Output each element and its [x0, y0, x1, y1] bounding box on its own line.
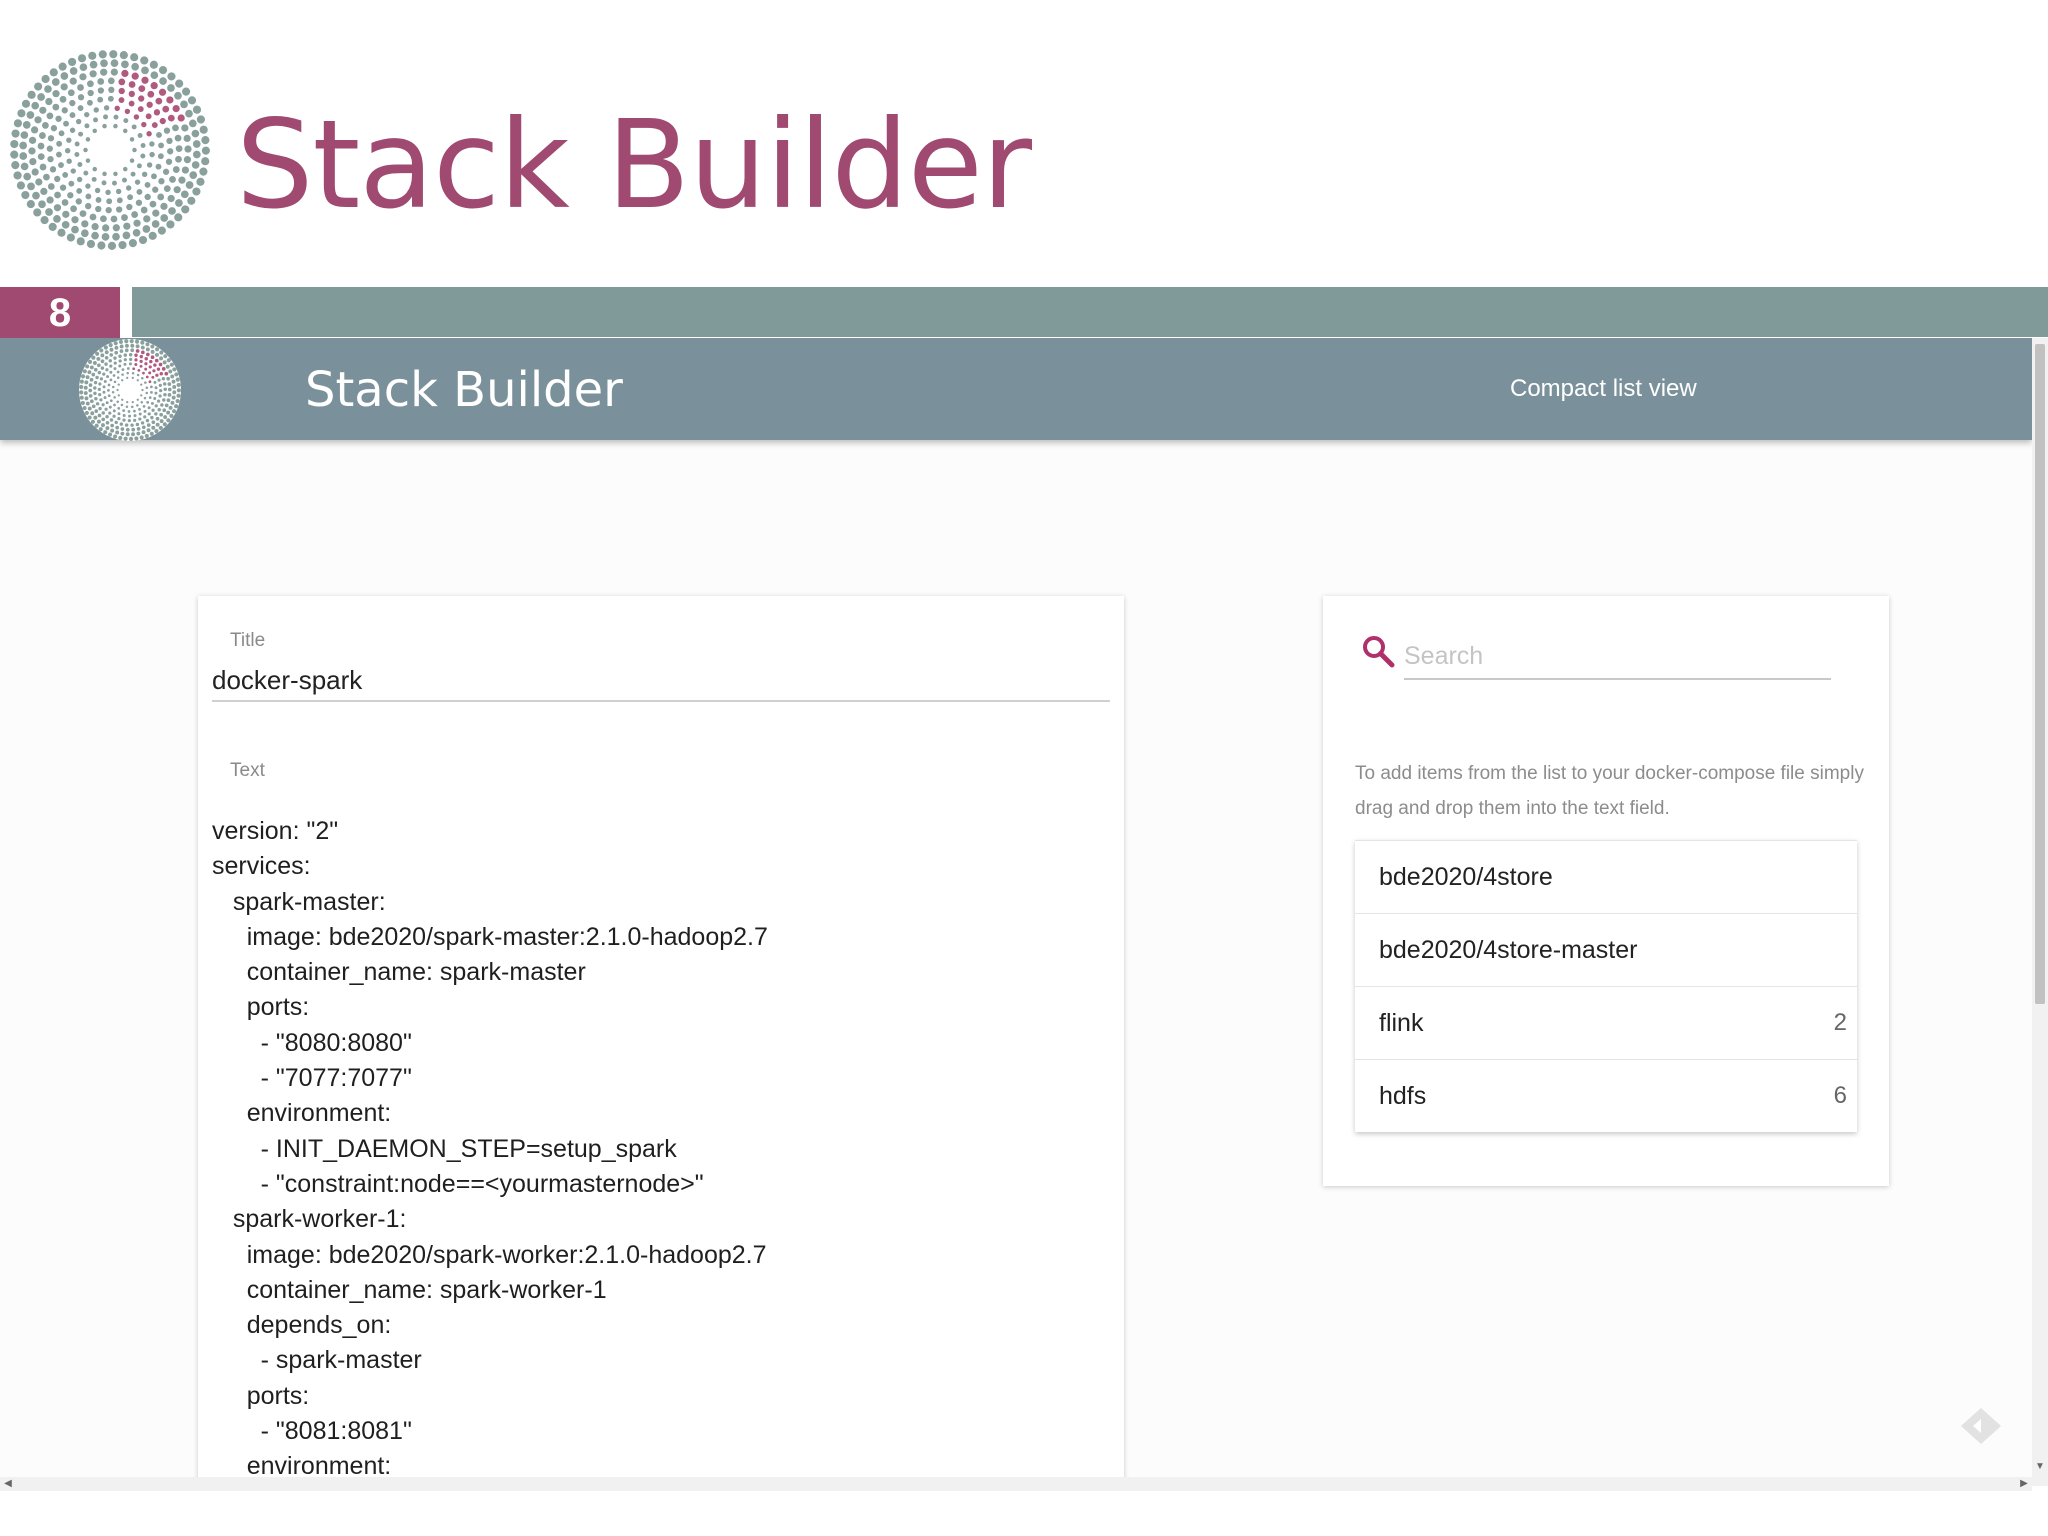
search-icon — [1363, 636, 1395, 668]
drag-drop-help-text: To add items from the list to your docke… — [1355, 763, 1864, 819]
image-list: bde2020/4store bde2020/4store-master fli… — [1355, 840, 1857, 1132]
list-item[interactable]: hdfs 6 — [1355, 1060, 1857, 1132]
slide-title: Stack Builder — [236, 94, 1032, 236]
app-title: Stack Builder — [305, 362, 623, 418]
slide-header-bar — [132, 287, 2048, 337]
vertical-scroll-thumb[interactable] — [2035, 344, 2045, 1004]
list-item-label: hdfs — [1379, 1082, 1427, 1110]
app-toolbar: Stack Builder Compact list view — [0, 338, 2032, 442]
compose-text-area[interactable]: version: "2" services: spark-master: ima… — [212, 814, 1110, 1486]
horizontal-scrollbar[interactable] — [0, 1477, 2032, 1491]
list-item-label: bde2020/4store-master — [1379, 936, 1638, 964]
search-input[interactable] — [1404, 634, 1831, 680]
list-item-label: flink — [1379, 1009, 1424, 1037]
diamond-icon[interactable] — [1958, 1406, 2004, 1446]
text-field-label: Text — [230, 760, 265, 781]
list-item-count: 6 — [1833, 1082, 1847, 1109]
scroll-right-arrow-icon[interactable]: ▶ — [2016, 1477, 2032, 1491]
list-item-count: 2 — [1833, 1009, 1847, 1036]
scroll-down-arrow-icon[interactable]: ▼ — [2032, 1459, 2048, 1475]
app-logo-icon[interactable] — [78, 338, 182, 442]
app-viewport: Stack Builder Compact list view Title Te… — [0, 338, 2032, 1486]
title-field-label: Title — [230, 630, 266, 651]
scroll-left-arrow-icon[interactable]: ◀ — [0, 1477, 16, 1491]
image-list-card: To add items from the list to your docke… — [1323, 596, 1889, 1186]
list-item[interactable]: bde2020/4store — [1355, 841, 1857, 914]
slide-number-badge: 8 — [0, 287, 120, 339]
compose-editor-card: Title Text version: "2" services: spark-… — [198, 596, 1124, 1486]
title-input[interactable] — [212, 660, 1110, 702]
compact-list-view-link[interactable]: Compact list view — [1510, 374, 1697, 404]
stack-builder-logo-icon — [8, 48, 212, 252]
list-item-label: bde2020/4store — [1379, 863, 1553, 891]
list-item[interactable]: flink 2 — [1355, 987, 1857, 1060]
list-item[interactable]: bde2020/4store-master — [1355, 914, 1857, 987]
